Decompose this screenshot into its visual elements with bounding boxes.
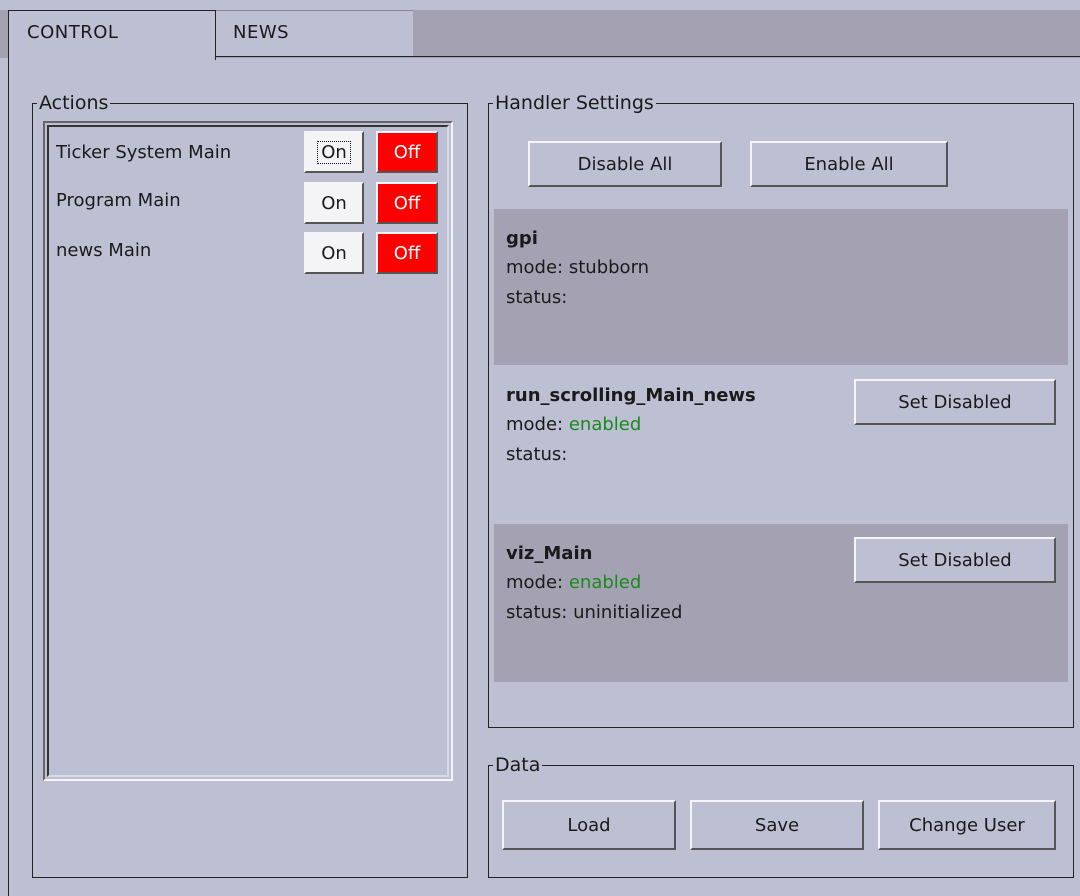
mode-label: mode:	[506, 257, 564, 278]
on-label: On	[317, 140, 351, 164]
tab-control[interactable]: CONTROL	[8, 10, 216, 60]
status-label: status:	[506, 287, 568, 308]
program-main-on-button[interactable]: On	[304, 182, 364, 224]
action-label: Program Main	[56, 190, 181, 211]
mode-label: mode:	[506, 572, 564, 593]
handler-mode-row: mode: stubborn	[506, 253, 1056, 283]
enable-all-button[interactable]: Enable All	[750, 141, 948, 187]
ticker-system-main-off-button[interactable]: Off	[376, 131, 438, 173]
set-disabled-button[interactable]: Set Disabled	[854, 537, 1056, 583]
action-label: news Main	[56, 240, 152, 261]
action-label: Ticker System Main	[56, 142, 232, 163]
handler-status-row: status:	[506, 283, 1056, 313]
data-legend: Data	[495, 754, 541, 776]
status-label: status:	[506, 444, 568, 465]
ticker-system-main-on-button[interactable]: On	[304, 131, 364, 173]
save-button[interactable]: Save	[690, 800, 864, 850]
status-label: status:	[506, 602, 568, 623]
handler-status-row: status:	[506, 440, 1056, 470]
mode-value: enabled	[568, 572, 642, 593]
tab-strip: CONTROL NEWS	[0, 0, 1080, 60]
mode-value: stubborn	[568, 257, 650, 278]
handler-name: gpi	[506, 228, 538, 249]
news-main-on-button[interactable]: On	[304, 232, 364, 274]
news-main-off-button[interactable]: Off	[376, 232, 438, 274]
disable-all-button[interactable]: Disable All	[528, 141, 722, 187]
set-disabled-button[interactable]: Set Disabled	[854, 379, 1056, 425]
program-main-off-button[interactable]: Off	[376, 182, 438, 224]
actions-legend: Actions	[39, 92, 109, 114]
change-user-button[interactable]: Change User	[878, 800, 1056, 850]
mode-value: enabled	[568, 414, 642, 435]
load-button[interactable]: Load	[502, 800, 676, 850]
mode-label: mode:	[506, 414, 564, 435]
tab-news[interactable]: NEWS	[215, 10, 413, 56]
handler-settings-legend: Handler Settings	[495, 92, 654, 114]
handler-status-row: status: uninitialized	[506, 598, 1056, 628]
status-value: uninitialized	[573, 602, 683, 623]
handler-gpi: gpi mode: stubborn status:	[494, 209, 1068, 365]
